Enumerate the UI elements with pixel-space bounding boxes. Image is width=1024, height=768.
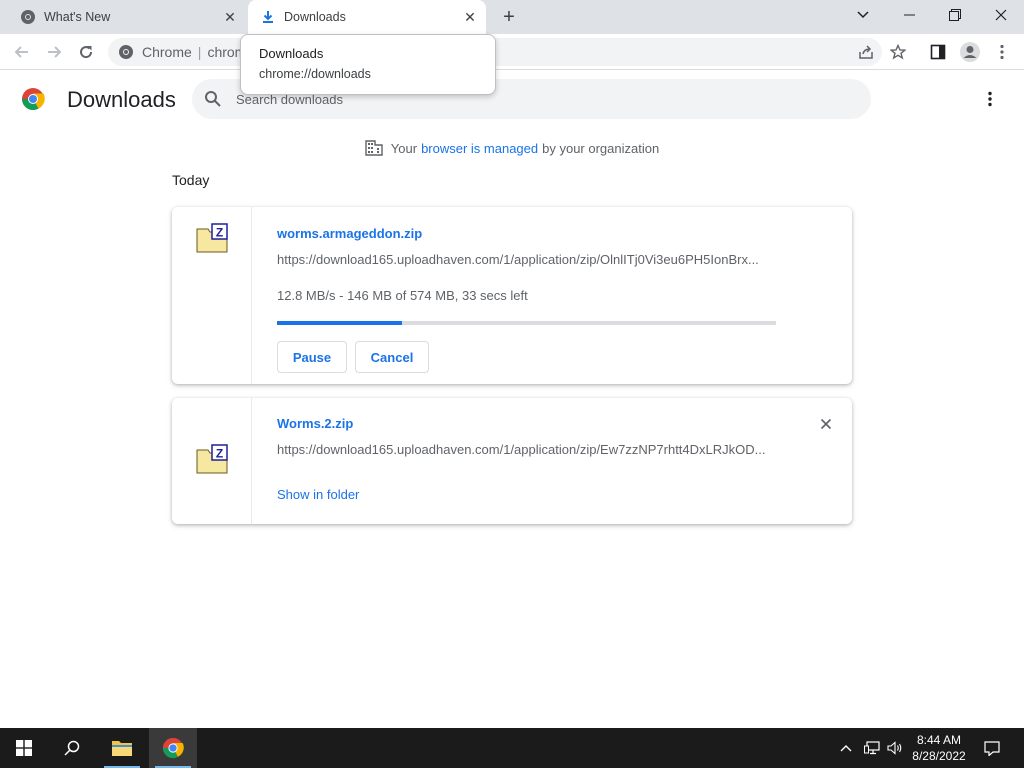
network-icon[interactable]	[860, 728, 884, 768]
file-name-link[interactable]: worms.armageddon.zip	[277, 226, 422, 241]
file-explorer-icon[interactable]	[98, 728, 146, 768]
clock-time: 8:44 AM	[916, 733, 962, 747]
reload-button[interactable]	[72, 38, 100, 66]
download-item: Z worms.armageddon.zip https://download1…	[172, 207, 852, 384]
building-icon	[365, 140, 383, 156]
show-in-folder-link[interactable]: Show in folder	[277, 487, 359, 502]
tab-downloads[interactable]: Downloads ✕	[248, 0, 486, 34]
cancel-button[interactable]: Cancel	[355, 341, 429, 373]
browser-managed-link[interactable]: browser is managed	[421, 141, 538, 156]
managed-prefix: Your	[390, 140, 418, 156]
volume-icon[interactable]	[884, 728, 906, 768]
download-status: 12.8 MB/s - 146 MB of 574 MB, 33 secs le…	[277, 288, 528, 303]
tab-search-icon[interactable]	[840, 0, 886, 30]
tab-strip: What's New ✕ Downloads ✕ +	[0, 0, 1024, 34]
more-actions-icon[interactable]	[978, 87, 1002, 111]
chrome-icon	[20, 9, 36, 25]
tab-title: Downloads	[284, 10, 346, 24]
managed-notice: Your browser is managed by your organiza…	[0, 140, 1024, 156]
omnibox-text: Chrome | chrom	[142, 44, 247, 60]
close-icon[interactable]: ✕	[220, 7, 240, 27]
close-window-button[interactable]	[978, 0, 1024, 30]
file-url[interactable]: https://download165.uploadhaven.com/1/ap…	[277, 442, 777, 457]
date-heading: Today	[172, 172, 210, 188]
managed-suffix: by your organization	[542, 140, 660, 156]
chevron-up-icon[interactable]	[836, 728, 856, 768]
menu-kebab-icon[interactable]	[988, 38, 1016, 66]
forward-button[interactable]	[40, 38, 68, 66]
download-progress-fill	[277, 321, 402, 325]
tab-title: What's New	[44, 10, 111, 24]
chrome-taskbar-icon[interactable]	[149, 728, 197, 768]
browser-toolbar: Chrome | chrom	[0, 34, 1024, 70]
new-tab-button[interactable]: +	[498, 6, 520, 28]
page-title: Downloads	[67, 87, 176, 112]
download-icon	[260, 9, 276, 25]
taskbar-clock[interactable]: 8:44 AM 8/28/2022	[906, 732, 972, 764]
file-icon-column: Z	[172, 207, 252, 384]
download-item: Z Worms.2.zip https://download165.upload…	[172, 398, 852, 524]
restore-button[interactable]	[932, 0, 978, 30]
remove-from-list-icon[interactable]	[816, 414, 836, 434]
search-icon[interactable]	[48, 728, 96, 768]
chrome-logo-icon	[21, 87, 45, 111]
side-panel-icon[interactable]	[924, 38, 952, 66]
downloads-header: Downloads	[0, 71, 1024, 127]
zip-file-icon: Z	[196, 444, 230, 474]
svg-text:Z: Z	[216, 226, 223, 240]
clock-date: 8/28/2022	[912, 749, 966, 763]
close-icon[interactable]: ✕	[460, 7, 480, 27]
search-icon	[204, 90, 222, 108]
tab-whats-new[interactable]: What's New ✕	[8, 0, 246, 34]
share-icon[interactable]	[852, 38, 880, 66]
windows-taskbar: 8:44 AM 8/28/2022	[0, 728, 1024, 768]
chrome-icon	[118, 44, 134, 65]
hover-card-url: chrome://downloads	[259, 67, 371, 81]
tab-hover-card: Downloads chrome://downloads	[240, 34, 496, 95]
file-url[interactable]: https://download165.uploadhaven.com/1/ap…	[277, 252, 777, 267]
svg-text:Z: Z	[216, 447, 223, 461]
zip-file-icon: Z	[196, 223, 230, 253]
back-button[interactable]	[8, 38, 36, 66]
minimize-button[interactable]	[886, 0, 932, 30]
hover-card-title: Downloads	[259, 46, 324, 61]
bookmark-star-icon[interactable]	[884, 38, 912, 66]
pause-button[interactable]: Pause	[277, 341, 347, 373]
start-button[interactable]	[0, 728, 48, 768]
file-name-link[interactable]: Worms.2.zip	[277, 416, 353, 431]
file-icon-column: Z	[172, 398, 252, 524]
notification-icon[interactable]	[978, 728, 1006, 768]
profile-avatar-icon[interactable]	[956, 38, 984, 66]
download-progress-bar	[277, 321, 776, 325]
